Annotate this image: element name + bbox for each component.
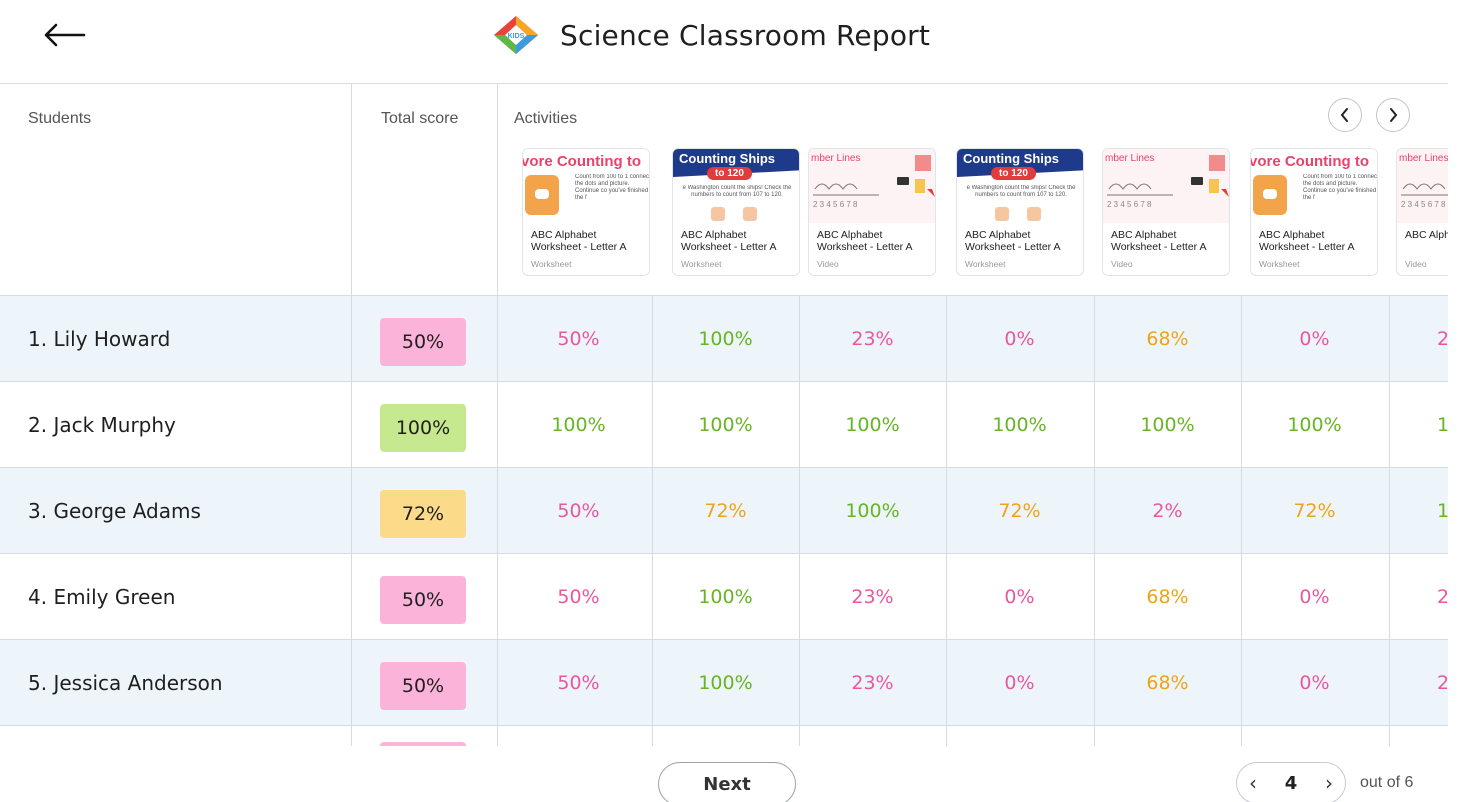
activities-prev-button[interactable]	[1328, 98, 1362, 132]
activity-score-partial: 2	[1437, 586, 1448, 608]
activity-score[interactable]: 0%	[946, 640, 1093, 726]
activity-score-partial: 1(	[1437, 500, 1448, 522]
activity-score[interactable]: 50%	[505, 554, 652, 640]
student-row[interactable]: 1. Lily Howard 50% 50% 100% 23% 0% 68% 0% 2	[0, 296, 1448, 382]
activity-type: Worksheet	[1259, 259, 1300, 269]
activity-title: ABC Alphabet Worksheet - Letter A	[965, 229, 1061, 253]
student-name: 1. Lily Howard	[28, 327, 171, 351]
activity-title: ABC Alphabet Worksheet - Letter A	[531, 229, 627, 253]
activity-score[interactable]: 50%	[505, 296, 652, 382]
activity-score[interactable]: 100%	[652, 296, 799, 382]
activity-score[interactable]: 100%	[946, 382, 1093, 468]
svg-text:2 3 4 5 6 7 8: 2 3 4 5 6 7 8	[1107, 200, 1152, 209]
activity-thumb-title: vore Counting to	[1251, 153, 1369, 170]
total-score-badge: 50%	[380, 318, 466, 366]
chevron-left-icon[interactable]: ‹	[1249, 771, 1257, 795]
activity-score-partial: 2	[1437, 672, 1448, 694]
total-score-badge: 72%	[380, 490, 466, 538]
activity-thumb-title: vore Counting to	[523, 153, 641, 170]
activity-type: Video	[1111, 259, 1133, 269]
activity-score[interactable]: 68%	[1094, 554, 1241, 640]
student-name: 5. Jessica Anderson	[28, 671, 223, 695]
activity-card[interactable]: mber Lines 2 3 4 5 6 7 8 ABC Alphabet Wo…	[808, 148, 936, 276]
activity-score[interactable]: 2%	[1094, 468, 1241, 554]
activity-score[interactable]: 0%	[1241, 296, 1388, 382]
activity-card[interactable]: vore Counting to Count from 100 to 1 con…	[522, 148, 650, 276]
activity-type: Video	[1405, 259, 1427, 269]
activity-score[interactable]: 100%	[799, 382, 946, 468]
header: KIDS Science Classroom Report	[490, 14, 930, 56]
student-name: 3. George Adams	[28, 499, 201, 523]
students-column-header: Students	[28, 110, 92, 127]
activities-next-button[interactable]	[1376, 98, 1410, 132]
total-score-badge: 50%	[380, 662, 466, 710]
page-title: Science Classroom Report	[560, 18, 931, 52]
activity-score[interactable]: 23%	[799, 296, 946, 382]
page-total-text: out of 6	[1360, 774, 1414, 791]
activity-card[interactable]: mber Lines 2 3 4 5 6 7 8 ABC Alph Worksh…	[1396, 148, 1448, 276]
activity-score[interactable]: 100%	[505, 382, 652, 468]
activity-score[interactable]: 0%	[1241, 640, 1388, 726]
activity-score[interactable]: 100%	[1241, 382, 1388, 468]
chevron-left-icon	[1340, 108, 1348, 122]
activities-column-header: Activities	[514, 110, 578, 127]
activity-card[interactable]: vore Counting to Count from 100 to 1 con…	[1250, 148, 1378, 276]
activity-score[interactable]: 72%	[946, 468, 1093, 554]
chevron-right-icon[interactable]: ›	[1325, 771, 1333, 795]
activity-thumb-title: Counting Ships	[963, 151, 1060, 166]
activity-type: Worksheet	[531, 259, 572, 269]
report-table: Students Total score Activities vore Cou…	[0, 83, 1448, 746]
logo-text: KIDS	[508, 33, 525, 40]
activity-card[interactable]: mber Lines 2 3 4 5 6 7 8 ABC Alphabet Wo…	[1102, 148, 1230, 276]
activity-score[interactable]: 72%	[652, 468, 799, 554]
svg-text:2 3 4 5 6 7 8: 2 3 4 5 6 7 8	[813, 200, 858, 209]
activity-thumb-title: Counting Ships	[679, 151, 776, 166]
activity-score-partial: 2	[1437, 328, 1448, 350]
activity-score[interactable]: 100%	[1094, 382, 1241, 468]
activity-type: Worksheet	[965, 259, 1006, 269]
activity-title: ABC Alphabet Worksheet - Letter A	[817, 229, 913, 253]
activity-card[interactable]: Counting Ships to 120 e Washington count…	[956, 148, 1084, 276]
activity-title: ABC Alphabet Worksheet - Letter A	[681, 229, 777, 253]
student-name: 4. Emily Green	[28, 585, 176, 609]
activity-title: ABC Alphabet Worksheet - Letter A	[1111, 229, 1207, 253]
activity-score[interactable]: 0%	[946, 296, 1093, 382]
activity-title: ABC Alph Workshe	[1405, 229, 1448, 241]
student-row[interactable]: 4. Emily Green 50% 50% 100% 23% 0% 68% 0% 2	[0, 554, 1448, 640]
total-score-badge: 50%	[380, 576, 466, 624]
activity-score[interactable]: 50%	[505, 468, 652, 554]
activity-score[interactable]: 0%	[1241, 554, 1388, 640]
activity-type: Worksheet	[681, 259, 722, 269]
total-score-column-header: Total score	[381, 110, 459, 127]
activity-score[interactable]: 72%	[1241, 468, 1388, 554]
activity-card[interactable]: Counting Ships to 120 e Washington count…	[672, 148, 800, 276]
activity-score-partial: 1(	[1437, 414, 1448, 436]
activity-title: ABC Alphabet Worksheet - Letter A	[1259, 229, 1355, 253]
activity-score[interactable]: 100%	[652, 640, 799, 726]
activity-score[interactable]: 100%	[652, 382, 799, 468]
student-row[interactable]: 5. Jessica Anderson 50% 50% 100% 23% 0% 68% 0%…	[0, 640, 1448, 726]
current-page-number: 4	[1284, 772, 1298, 794]
next-button[interactable]: Next	[658, 762, 796, 802]
activity-type: Video	[817, 259, 839, 269]
back-arrow-icon[interactable]	[40, 14, 88, 56]
svg-text:2 3 4 5 6 7 8: 2 3 4 5 6 7 8	[1401, 200, 1446, 209]
activity-score[interactable]: 0%	[946, 554, 1093, 640]
total-score-badge: 100%	[380, 404, 466, 452]
student-row[interactable]: 2. Jack Murphy 100% 100% 100% 100% 100% 100% 1…	[0, 382, 1448, 468]
activity-score[interactable]: 100%	[652, 554, 799, 640]
activity-score[interactable]: 68%	[1094, 296, 1241, 382]
student-name: 2. Jack Murphy	[28, 413, 176, 437]
activity-score[interactable]: 68%	[1094, 640, 1241, 726]
activity-score[interactable]: 23%	[799, 640, 946, 726]
page-selector[interactable]: ‹ 4 ›	[1236, 762, 1346, 802]
student-rows: 1. Lily Howard 50% 50% 100% 23% 0% 68% 0% 2 2. J…	[0, 296, 1448, 726]
activity-score[interactable]: 50%	[505, 640, 652, 726]
activity-score[interactable]: 23%	[799, 554, 946, 640]
student-row[interactable]: 3. George Adams 72%50%72%100%72%2%72%1(	[0, 468, 1448, 554]
kids-logo-icon: KIDS	[494, 16, 538, 54]
chevron-right-icon	[1390, 108, 1398, 122]
table-header: Students Total score Activities vore Cou…	[0, 84, 1448, 296]
activity-score[interactable]: 100%	[799, 468, 946, 554]
